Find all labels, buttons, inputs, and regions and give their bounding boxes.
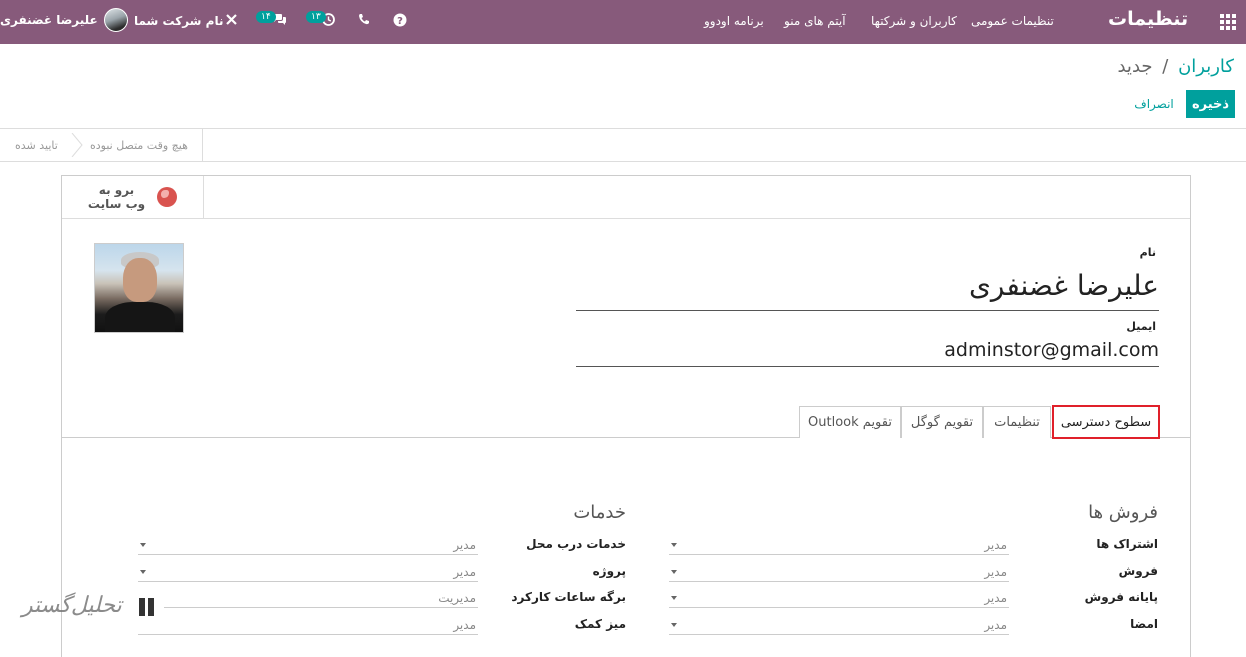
row-label-pos: پایانه فروش bbox=[1084, 590, 1158, 604]
caret-down-icon bbox=[140, 543, 146, 547]
user-photo[interactable] bbox=[94, 243, 184, 333]
select-sales[interactable]: مدیر bbox=[669, 562, 1009, 582]
top-navbar: تنظیمات تنظیمات عمومی کاربران و شرکتها آ… bbox=[0, 0, 1246, 44]
group-title-services: خدمات bbox=[573, 502, 626, 523]
breadcrumb: کاربران / جدید bbox=[1117, 56, 1234, 77]
save-button[interactable]: ذخیره bbox=[1186, 90, 1235, 118]
select-field-service[interactable]: مدیر bbox=[138, 535, 478, 555]
row-label-helpdesk: میز کمک bbox=[574, 617, 626, 631]
website-line2: وب سایت bbox=[87, 197, 146, 211]
group-title-sales: فروش ها bbox=[1088, 502, 1158, 523]
row-label-subscriptions: اشتراک ها bbox=[1096, 537, 1158, 551]
menu-general-settings[interactable]: تنظیمات عمومی bbox=[971, 14, 1054, 28]
apps-menu-icon[interactable] bbox=[1210, 0, 1246, 44]
status-bar: هیچ وقت متصل نبوده تایید شده bbox=[0, 128, 1246, 162]
select-value: مدیر bbox=[453, 618, 476, 632]
select-value: مدیر bbox=[984, 538, 1007, 552]
select-subscriptions[interactable]: مدیر bbox=[669, 535, 1009, 555]
select-value: مدیر bbox=[453, 538, 476, 552]
name-label: نام bbox=[1139, 246, 1156, 259]
stage-arrow-icon bbox=[71, 133, 83, 157]
stage-confirmed[interactable]: تایید شده bbox=[15, 129, 58, 161]
user-avatar bbox=[103, 8, 128, 32]
go-to-website-button[interactable]: برو به وب سایت bbox=[62, 176, 204, 218]
select-helpdesk[interactable]: مدیر bbox=[138, 615, 478, 635]
row-label-timesheets: برگه ساعات کارکرد bbox=[511, 590, 626, 604]
select-project[interactable]: مدیر bbox=[138, 562, 478, 582]
menu-odoo-app[interactable]: برنامه اودوو bbox=[704, 14, 764, 28]
user-name: علیرضا غضنفری bbox=[0, 13, 98, 27]
debug-tools-icon[interactable] bbox=[225, 13, 238, 30]
statusbar-divider bbox=[202, 129, 203, 161]
caret-down-icon bbox=[140, 570, 146, 574]
stage-never-connected[interactable]: هیچ وقت متصل نبوده bbox=[90, 129, 188, 161]
select-value: مدیر bbox=[984, 591, 1007, 605]
menu-users-companies[interactable]: کاربران و شرکتها bbox=[871, 14, 957, 28]
select-value: مدیریت bbox=[438, 591, 476, 605]
select-pos[interactable]: مدیر bbox=[669, 588, 1009, 608]
caret-down-icon bbox=[671, 570, 677, 574]
messages-badge: ۱۴ bbox=[256, 11, 276, 23]
app-brand: تنظیمات bbox=[1108, 8, 1189, 30]
email-field[interactable]: adminstor@gmail.com bbox=[576, 334, 1159, 367]
tab-preferences[interactable]: تنظیمات bbox=[983, 406, 1051, 438]
select-value: مدیر bbox=[453, 565, 476, 579]
row-label-field-service: خدمات درب محل bbox=[526, 537, 626, 551]
select-value: مدیر bbox=[984, 618, 1007, 632]
row-label-project: پروژه bbox=[592, 564, 626, 578]
name-field[interactable]: علیرضا غضنفری bbox=[576, 263, 1159, 311]
button-box: برو به وب سایت bbox=[62, 176, 1190, 219]
row-label-sales: فروش bbox=[1118, 564, 1158, 578]
row-label-sign: امضا bbox=[1130, 617, 1158, 631]
user-menu[interactable]: علیرضا غضنفری bbox=[0, 8, 128, 32]
select-value: مدیر bbox=[984, 565, 1007, 579]
globe-icon bbox=[157, 187, 178, 207]
watermark-logo-icon bbox=[136, 588, 164, 630]
breadcrumb-current: جدید bbox=[1117, 56, 1153, 77]
tab-outlook-calendar[interactable]: تقویم Outlook bbox=[799, 406, 901, 438]
tab-access-rights[interactable]: سطوح دسترسی bbox=[1052, 405, 1160, 439]
tab-google-calendar[interactable]: تقویم گوگل bbox=[901, 406, 983, 438]
caret-down-icon bbox=[671, 623, 677, 627]
breadcrumb-users-link[interactable]: کاربران bbox=[1178, 56, 1234, 77]
help-icon[interactable]: ? bbox=[393, 13, 407, 31]
caret-down-icon bbox=[671, 543, 677, 547]
select-timesheets[interactable]: مدیریت bbox=[138, 588, 478, 608]
breadcrumb-separator: / bbox=[1162, 56, 1169, 77]
discard-button[interactable]: انصراف bbox=[1126, 90, 1182, 118]
form-sheet: برو به وب سایت نام علیرضا غضنفری ایمیل a… bbox=[61, 175, 1191, 657]
caret-down-icon bbox=[671, 596, 677, 600]
watermark-text: تحلیل‌گستر bbox=[22, 593, 122, 618]
company-switcher[interactable]: نام شرکت شما bbox=[134, 14, 223, 28]
activities-badge: ۱۳ bbox=[306, 11, 326, 23]
phone-icon[interactable] bbox=[358, 13, 370, 29]
svg-text:?: ? bbox=[397, 16, 403, 27]
menu-menu-items[interactable]: آیتم های منو bbox=[784, 14, 846, 28]
website-line1: برو به bbox=[98, 183, 135, 197]
select-sign[interactable]: مدیر bbox=[669, 615, 1009, 635]
email-label: ایمیل bbox=[1126, 320, 1156, 333]
go-to-website-label: برو به وب سایت bbox=[88, 183, 145, 211]
